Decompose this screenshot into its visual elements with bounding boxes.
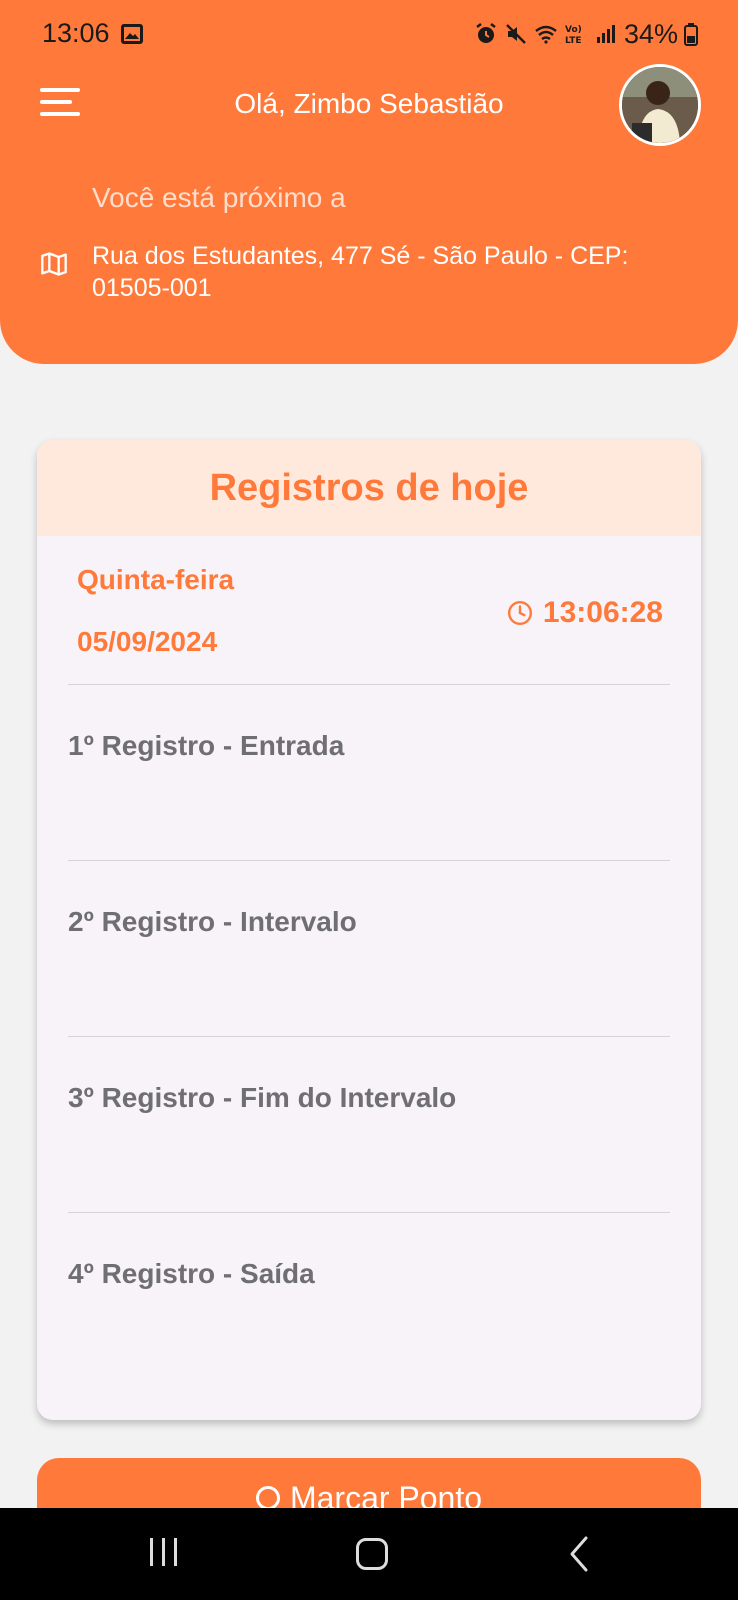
header: 13:06 Vo) LTE 34% Olá, Zimbo Sebastião Vo… [0, 0, 738, 364]
map-icon [41, 252, 67, 276]
divider [68, 684, 670, 685]
address-text: Rua dos Estudantes, 477 Sé - São Paulo -… [92, 242, 629, 302]
clock-time: 13:06:28 [542, 596, 663, 629]
clock-icon [507, 600, 532, 626]
volte-icon: Vo)LTE [565, 25, 582, 46]
status-time: 13:06 [42, 18, 110, 48]
date-label: 05/09/2024 [77, 626, 218, 657]
home-button[interactable] [356, 1538, 388, 1570]
battery-icon [684, 23, 698, 46]
clock: 13:06:28 [507, 596, 663, 630]
record-entrada: 1º Registro - Entrada [68, 730, 345, 761]
divider [68, 1036, 670, 1037]
record-saida: 4º Registro - Saída [68, 1258, 315, 1289]
battery-text: 34% [623, 18, 678, 49]
near-label: Você está próximo a [92, 182, 346, 213]
record-intervalo: 2º Registro - Intervalo [68, 906, 357, 937]
records-card: Registros de hoje Quinta-feira 05/09/202… [37, 440, 701, 1420]
weekday-label: Quinta-feira [77, 564, 235, 595]
circle-icon [255, 1486, 280, 1510]
wifi-icon [535, 25, 557, 44]
status-icons: Vo) LTE 34% [474, 18, 698, 50]
svg-text:LTE: LTE [565, 36, 582, 46]
status-bar: 13:06 Vo) LTE 34% [0, 0, 738, 70]
svg-text:Vo): Vo) [565, 25, 582, 35]
back-button[interactable] [564, 1534, 594, 1574]
system-nav-bar [0, 1508, 738, 1600]
avatar[interactable] [619, 64, 701, 146]
divider [68, 860, 670, 861]
card-header: Registros de hoje [37, 440, 701, 536]
alarm-icon [476, 23, 496, 43]
image-icon [121, 24, 143, 44]
recent-apps-button[interactable] [146, 1538, 182, 1570]
signal-icon [596, 25, 615, 43]
mute-icon [506, 24, 526, 44]
divider [68, 1212, 670, 1213]
card-title: Registros de hoje [209, 466, 529, 509]
record-fim-intervalo: 3º Registro - Fim do Intervalo [68, 1082, 457, 1113]
